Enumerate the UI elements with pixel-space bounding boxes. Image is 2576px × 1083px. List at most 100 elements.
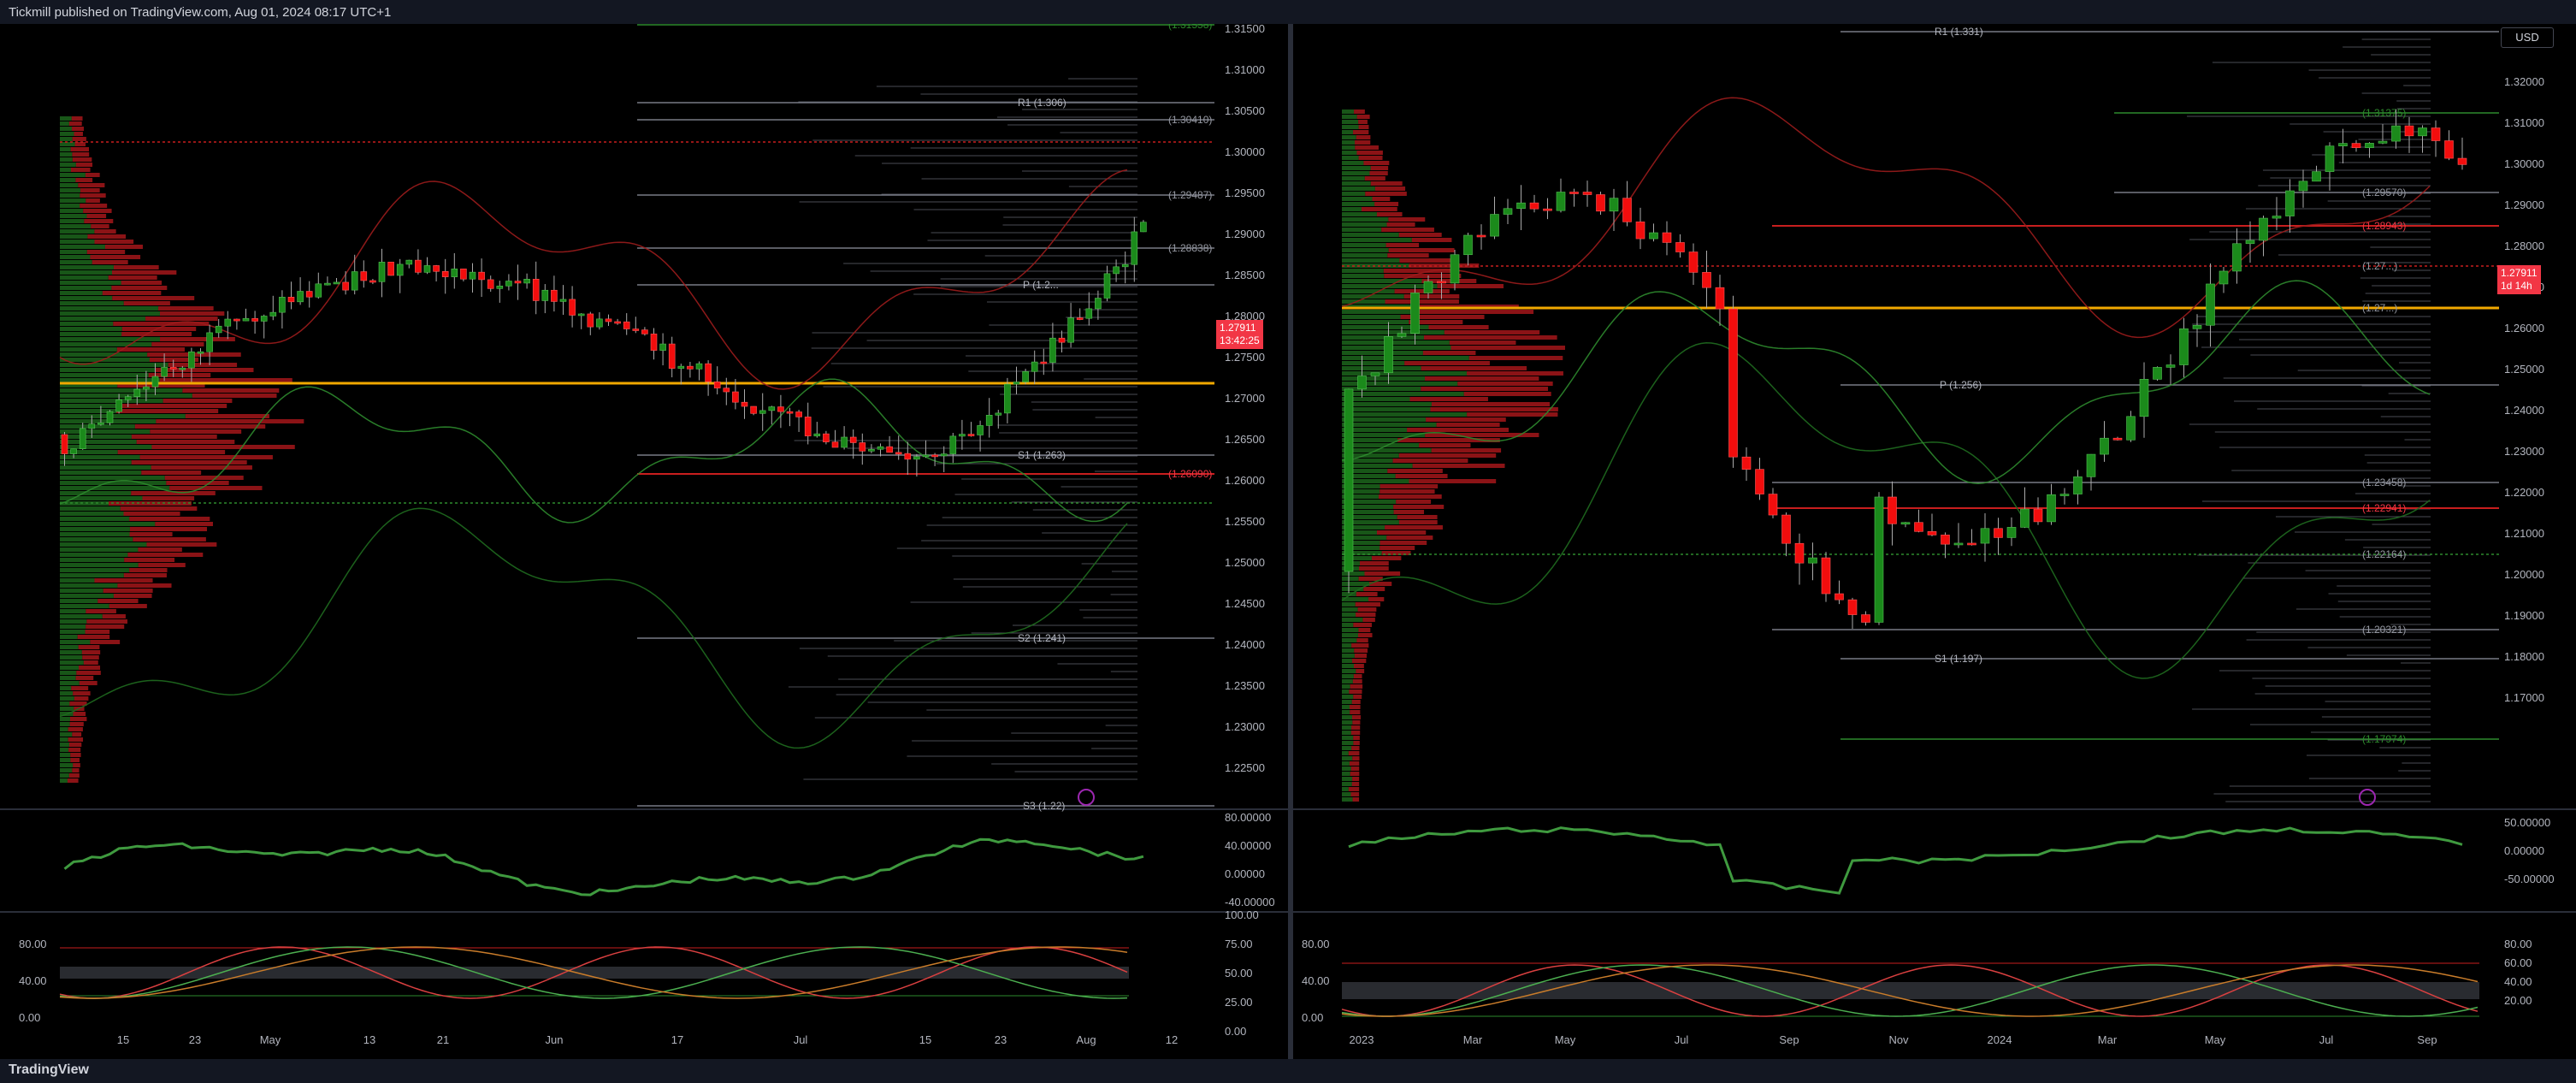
price-tick-label: 1.18000 (2504, 650, 2544, 663)
price-tick-label: 1.26500 (1225, 433, 1265, 446)
time-tick-label: 15 (117, 1033, 129, 1046)
volume-profile-bar (169, 486, 263, 490)
volume-profile-bar (1342, 571, 1365, 576)
candle-up (1131, 231, 1138, 265)
candle-up (1516, 202, 1526, 210)
volume-profile-bar (60, 214, 87, 218)
volume-profile-bar (1342, 792, 1351, 796)
candle-down (804, 417, 812, 436)
volume-profile-bar (60, 173, 86, 177)
volume-profile-bar (84, 219, 114, 223)
candle-up (949, 435, 957, 454)
price-tick-label: 1.25000 (2504, 363, 2544, 376)
envelope-line (1341, 97, 2431, 339)
volume-profile-bar (60, 676, 76, 680)
volume-profile-bar (129, 517, 210, 521)
candle-down (415, 259, 422, 273)
alert-icon (2359, 789, 2376, 806)
volume-profile-bar (1342, 787, 1349, 791)
volume-profile-bar (1354, 664, 1364, 668)
volume-profile-bar (75, 178, 93, 182)
volume-profile-bar (60, 640, 91, 644)
stochastic-tick-label: 40.00 (1302, 974, 1330, 987)
volume-profile-bar (1412, 464, 1505, 468)
price-tick-label: 1.27500 (1225, 351, 1265, 364)
volume-profile-bar (69, 717, 87, 721)
right-chart-canvas[interactable]: 1.320001.310001.300001.290001.280001.270… (1293, 24, 2576, 1059)
volume-profile-bar (1381, 228, 1434, 232)
volume-profile-bar (60, 157, 73, 162)
candle-down (61, 434, 68, 454)
volume-profile-bar (1342, 269, 1384, 273)
volume-profile-bar (67, 778, 79, 783)
volume-profile-bar (1350, 766, 1360, 771)
candle-up (405, 259, 413, 265)
volume-profile-bar (1417, 310, 1534, 314)
candle-up (2153, 367, 2162, 380)
volume-profile-bar (1354, 109, 1365, 114)
volume-profile-bar (60, 163, 76, 167)
volume-profile-bar (123, 573, 167, 577)
candle-up (1900, 522, 1911, 525)
volume-profile-bar (1342, 192, 1366, 196)
candle-down (2112, 437, 2123, 441)
candle-up (2165, 364, 2176, 368)
candle-down (2444, 140, 2454, 159)
candle-down (1994, 528, 2003, 538)
volume-profile-bar (1398, 520, 1438, 524)
level-label: (1.27...) (2362, 260, 2397, 272)
volume-profile-bar (1352, 756, 1360, 760)
volume-profile-bar (1352, 679, 1362, 684)
volume-profile-bar (111, 286, 168, 290)
volume-profile-bar (1361, 207, 1397, 211)
currency-button[interactable]: USD (2501, 27, 2554, 48)
right-chart-panel[interactable]: 1.320001.310001.300001.290001.280001.270… (1293, 24, 2576, 1059)
volume-profile-bar (1380, 541, 1427, 545)
candle-up (1953, 542, 1964, 546)
volume-profile-bar (74, 132, 83, 136)
volume-profile-bar (1351, 782, 1360, 786)
candle-up (813, 433, 821, 436)
volume-profile-bar (70, 758, 80, 762)
candle-up (2378, 140, 2388, 144)
volume-profile-bar (1342, 120, 1359, 124)
candle-down (487, 279, 494, 289)
volume-profile-bar (86, 214, 107, 218)
volume-profile-bar (146, 542, 217, 547)
volume-profile-bar (60, 373, 149, 377)
volume-profile-bar (1348, 787, 1360, 791)
volume-profile-bar (1350, 710, 1361, 714)
volume-profile-bar (1342, 161, 1364, 165)
volume-profile-bar (116, 347, 185, 352)
tradingview-logo: TradingView (9, 1062, 89, 1077)
volume-profile-bar (60, 753, 71, 757)
volume-profile-bar (1342, 186, 1375, 191)
volume-profile-bar (79, 681, 97, 685)
volume-profile-bar (80, 204, 108, 208)
volume-profile-bar (90, 255, 141, 259)
left-chart-panel[interactable]: 1.31500 1.31000 1.30500 1.30000 1.29500 1.290… (0, 24, 1288, 1059)
volume-profile-bar (60, 537, 133, 542)
volume-profile-bar (127, 553, 204, 557)
volume-profile-bar (1342, 443, 1420, 447)
candle-up (2206, 283, 2215, 326)
volume-profile-bar (60, 311, 160, 316)
volume-profile-bar (1342, 402, 1432, 406)
candle-up (577, 313, 585, 317)
left-last-price-tag: 1.27911 13:42:25 (1216, 320, 1263, 349)
volume-profile-bar (87, 234, 127, 239)
volume-profile-bar (1348, 751, 1360, 755)
volume-profile-bar (158, 306, 214, 311)
candle-up (2139, 379, 2149, 417)
volume-profile-bar (1342, 731, 1351, 735)
volume-profile-bar (1392, 459, 1468, 463)
left-chart-canvas[interactable]: 1.31500 1.31000 1.30500 1.30000 1.29500 1.290… (0, 24, 1288, 1059)
volume-profile-bar (60, 229, 95, 234)
volume-profile-bar (60, 696, 74, 701)
time-tick-label: 15 (919, 1033, 931, 1046)
volume-profile-bar (1342, 700, 1352, 704)
volume-profile-bar (1350, 792, 1360, 796)
candle-down (1569, 192, 1579, 194)
candle-up (378, 262, 386, 282)
candle-down (786, 411, 794, 414)
